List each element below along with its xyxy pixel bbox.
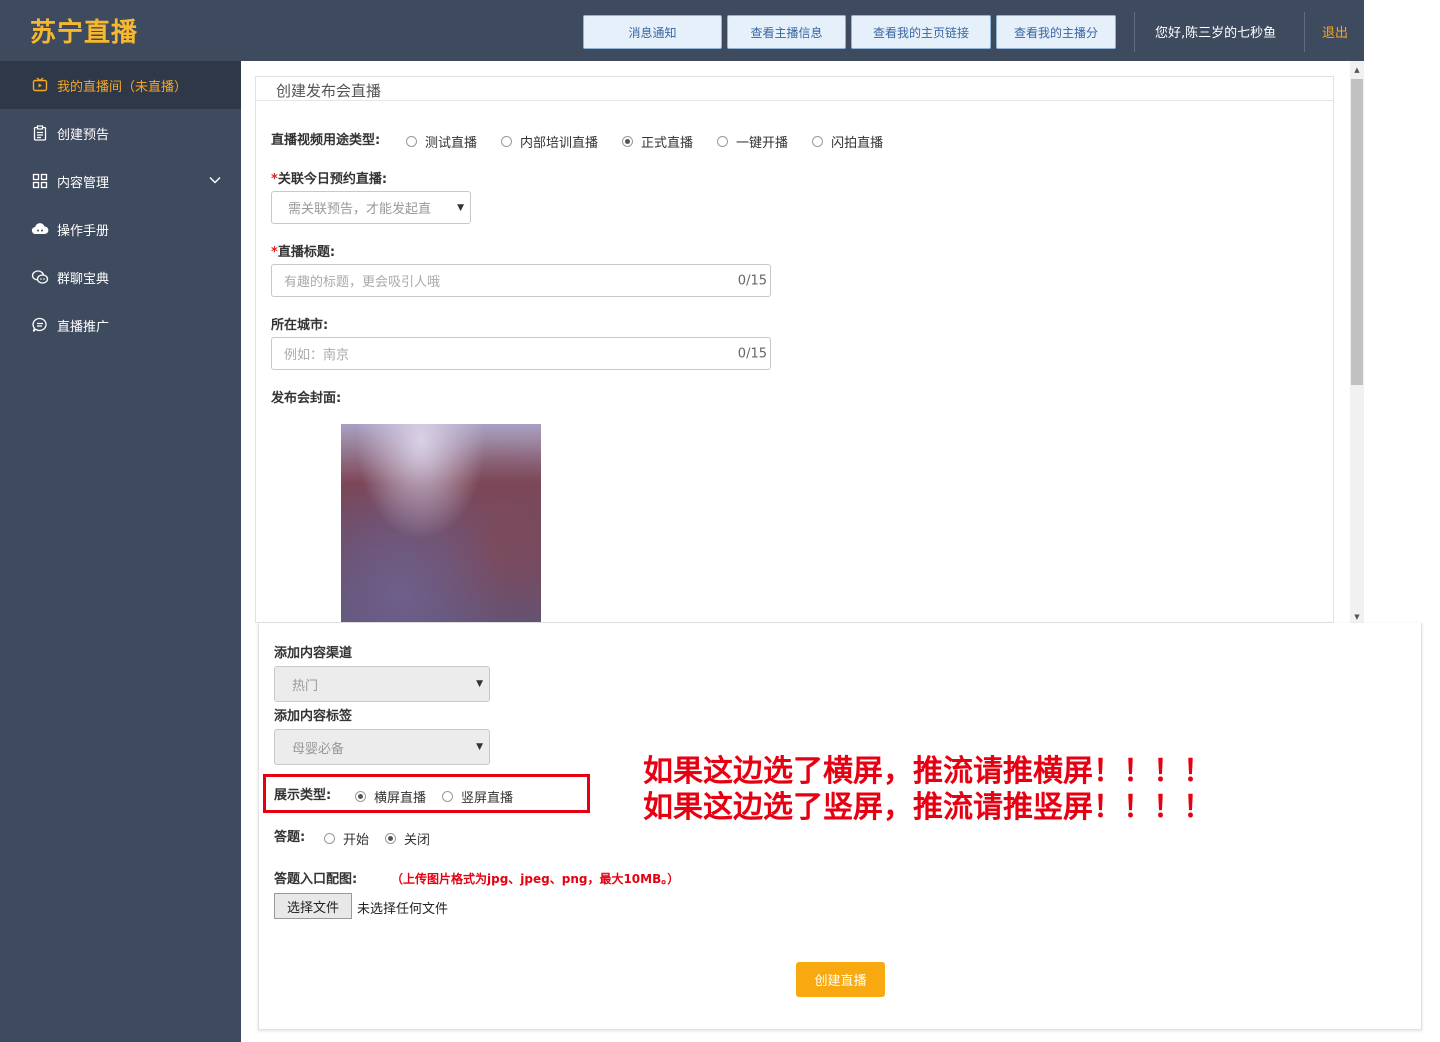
content-tag-select[interactable]: 母婴必备 ▼ [274, 729, 490, 765]
logout-link[interactable]: 退出 [1322, 22, 1348, 41]
scroll-up-arrow-icon[interactable]: ▲ [1350, 63, 1364, 77]
panel-title-divider [256, 100, 1333, 101]
content-channel-value: 热门 [292, 678, 319, 694]
user-greeting: 您好,陈三岁的七秒鱼 [1155, 26, 1277, 41]
scroll-down-arrow-icon[interactable]: ▼ [1350, 610, 1364, 624]
live-title-input[interactable]: 有趣的标题，更会吸引人哦 0/15 [271, 264, 771, 297]
purpose-option-label: 闪拍直播 [831, 136, 884, 151]
choose-file-button[interactable]: 选择文件 [274, 893, 352, 919]
linked-reservation-placeholder: 需关联预告，才能发起直 [288, 202, 432, 217]
quiz-option-label: 关闭 [404, 833, 431, 848]
caret-down-icon: ▼ [476, 679, 483, 689]
sidebar-item-group-chat-guide[interactable]: 群聊宝典 [0, 253, 241, 301]
display-landscape-radio[interactable] [355, 791, 366, 802]
purpose-flash-auction-radio[interactable] [812, 136, 824, 147]
purpose-official-radio[interactable] [622, 136, 634, 147]
sidebar-item-my-live-room[interactable]: 我的直播间（未直播） [0, 61, 241, 109]
view-host-score-button[interactable]: 查看我的主播分 [996, 15, 1116, 49]
char-counter: 0/15 [737, 273, 767, 288]
quiz-close-radio[interactable] [385, 833, 397, 844]
caret-down-icon: ▼ [476, 742, 483, 752]
quiz-image-label: 答题入口配图: [274, 872, 358, 887]
header-divider [1134, 12, 1135, 52]
upload-format-note: （上传图片格式为jpg、jpeg、png，最大10MB。） [391, 872, 680, 886]
purpose-test-radio[interactable] [406, 136, 417, 147]
purpose-option-label: 一键开播 [736, 136, 789, 151]
city-label: 所在城市: [271, 318, 329, 333]
live-title-label: *直播标题: [271, 245, 336, 260]
purpose-one-click-radio[interactable] [717, 136, 729, 147]
display-option-label: 竖屏直播 [461, 791, 514, 806]
logo: 苏宁直播 [30, 18, 139, 48]
quiz-start-radio[interactable] [324, 833, 335, 844]
orientation-notice-line1: 如果这边选了横屏，推流请推横屏！！！！ [643, 754, 1213, 789]
sidebar: 我的直播间（未直播） 创建预告 内容管理 操作手册 群聊宝典 直播推广 [0, 61, 241, 1042]
top-bar: 苏宁直播 消息通知 查看主播信息 查看我的主页链接 查看我的主播分 您好,陈三岁… [0, 0, 1364, 61]
display-type-label: 展示类型: [274, 788, 332, 803]
sidebar-item-label: 群聊宝典 [57, 271, 110, 287]
sidebar-item-label: 直播推广 [57, 319, 110, 335]
cloud-icon [31, 220, 49, 238]
quiz-option-label: 开始 [343, 833, 370, 848]
header-divider [1304, 12, 1305, 52]
linked-reservation-select[interactable]: 需关联预告，才能发起直 ▼ [271, 191, 471, 224]
panel-title: 创建发布会直播 [276, 82, 382, 100]
notifications-button[interactable]: 消息通知 [583, 15, 722, 49]
purpose-type-radio-group: 测试直播 内部培训直播 正式直播 一键开播 闪拍直播 [406, 132, 907, 151]
cover-label: 发布会封面: [271, 391, 342, 406]
content-tag-label: 添加内容标签 [274, 709, 353, 724]
caret-down-icon: ▼ [457, 202, 464, 213]
live-title-placeholder: 有趣的标题，更会吸引人哦 [284, 275, 441, 290]
scrollbar-thumb[interactable] [1351, 79, 1363, 385]
quiz-radio-group: 开始 关闭 [324, 829, 454, 848]
display-type-radio-group: 横屏直播 竖屏直播 [355, 787, 537, 806]
purpose-internal-training-radio[interactable] [501, 136, 513, 147]
orientation-notice-line2: 如果这边选了竖屏，推流请推竖屏！！！！ [643, 790, 1213, 825]
sidebar-item-content-management[interactable]: 内容管理 [0, 157, 241, 205]
create-launch-live-panel: 创建发布会直播 直播视频用途类型: 测试直播 内部培训直播 正式直播 一键开播 … [255, 76, 1334, 623]
city-input[interactable]: 例如：南京 0/15 [271, 337, 771, 370]
sidebar-item-label: 创建预告 [57, 127, 110, 143]
display-option-label: 横屏直播 [374, 791, 427, 806]
sidebar-item-live-promotion[interactable]: 直播推广 [0, 301, 241, 349]
sidebar-item-label: 内容管理 [57, 175, 110, 191]
view-homepage-link-button[interactable]: 查看我的主页链接 [851, 15, 991, 49]
sidebar-item-label: 操作手册 [57, 223, 110, 239]
grid-icon [31, 172, 49, 190]
content-tag-value: 母婴必备 [292, 741, 345, 757]
sidebar-item-create-preview[interactable]: 创建预告 [0, 109, 241, 157]
content-channel-label: 添加内容渠道 [274, 646, 353, 661]
content-channel-select[interactable]: 热门 ▼ [274, 666, 490, 702]
linked-reservation-label: *关联今日预约直播: [271, 172, 388, 187]
clipboard-icon [31, 124, 49, 142]
display-portrait-radio[interactable] [442, 791, 454, 802]
tv-icon [31, 76, 49, 94]
city-placeholder: 例如：南京 [284, 348, 350, 363]
purpose-option-label: 正式直播 [641, 136, 694, 151]
chat-bubbles-icon [31, 268, 49, 286]
quiz-label: 答题: [274, 830, 306, 845]
char-counter: 0/15 [737, 346, 767, 361]
chevron-down-icon[interactable] [208, 173, 222, 191]
create-live-button[interactable]: 创建直播 [796, 962, 885, 997]
purpose-type-label: 直播视频用途类型: [271, 133, 381, 148]
file-status: 未选择任何文件 [357, 902, 449, 917]
sidebar-item-operation-manual[interactable]: 操作手册 [0, 205, 241, 253]
sidebar-item-label: 我的直播间（未直播） [57, 79, 188, 95]
purpose-option-label: 测试直播 [425, 136, 478, 151]
view-host-info-button[interactable]: 查看主播信息 [727, 15, 846, 49]
purpose-option-label: 内部培训直播 [520, 136, 599, 151]
message-icon [31, 316, 49, 334]
cover-image[interactable] [341, 424, 541, 622]
